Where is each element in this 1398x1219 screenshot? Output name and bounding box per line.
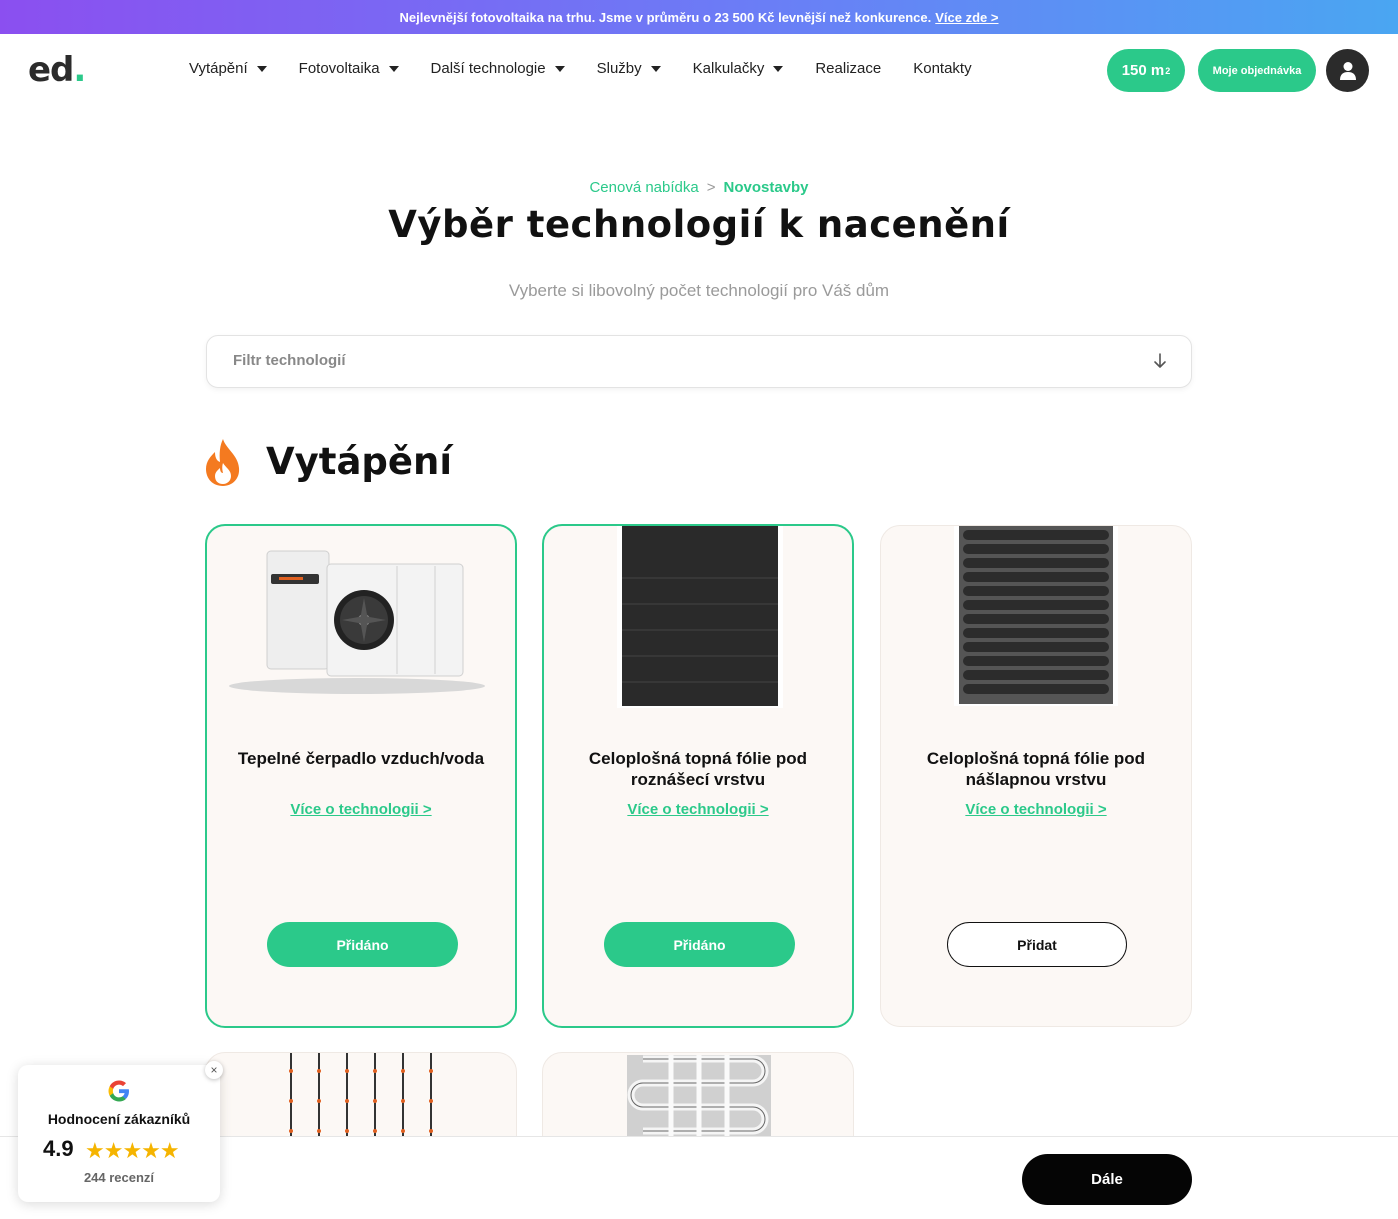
technology-card-foil-under-floor[interactable]: Celoplošná topná fólie pod nášlapnou vrs… (880, 525, 1192, 1027)
logo-dot: . (73, 50, 86, 90)
main-nav: Vytápění Fotovoltaika Další technologie … (189, 60, 1004, 77)
heating-mat-image (543, 1053, 853, 1143)
card-title: Tepelné čerpadlo vzduch/voda (237, 749, 485, 768)
add-button[interactable]: Přidat (947, 922, 1127, 967)
rating-title: Hodnocení zákazníků (47, 1111, 191, 1127)
site-header: ed. Vytápění Fotovoltaika Další technolo… (0, 34, 1398, 106)
breadcrumb-current: Novostavby (723, 179, 809, 196)
page-subtitle: Vyberte si libovolný počet technologií p… (508, 281, 890, 300)
caret-down-icon (554, 65, 565, 72)
card-title: Celoplošná topná fólie pod nášlapnou vrs… (926, 749, 1146, 789)
nav-item-kalkulacky[interactable]: Kalkulačky (693, 60, 784, 77)
nav-label: Další technologie (430, 60, 546, 77)
star-rating-icon: ★★★★★ (85, 1138, 180, 1163)
nav-label: Kalkulačky (692, 60, 765, 77)
rating-score: 4.9 (43, 1136, 74, 1161)
my-order-button[interactable]: Moje objednávka (1198, 49, 1316, 92)
card-more-link[interactable]: Více o technologii > (881, 801, 1191, 818)
nav-label: Realizace (815, 60, 882, 77)
caret-down-icon (256, 65, 267, 72)
breadcrumb-link-cenova-nabidka[interactable]: Cenová nabídka (589, 179, 698, 196)
next-button[interactable]: Dále (1022, 1154, 1192, 1205)
technology-card-heat-pump[interactable]: Tepelné čerpadlo vzduch/voda Více o tech… (205, 524, 517, 1028)
technology-filter-select[interactable]: Filtr technologií (206, 335, 1192, 388)
card-more-link[interactable]: Více o technologii > (207, 801, 515, 818)
review-count: 244 recenzí (83, 1170, 155, 1185)
breadcrumb-separator: > (706, 179, 716, 196)
nav-item-vytapeni[interactable]: Vytápění (189, 60, 267, 77)
caret-down-icon (388, 65, 399, 72)
caret-down-icon (773, 65, 784, 72)
customer-rating-widget[interactable]: × Hodnocení zákazníků 4.9 ★★★★★ 244 rece… (18, 1061, 223, 1202)
nav-label: Fotovoltaika (298, 60, 380, 77)
logo[interactable]: ed. (28, 50, 86, 90)
heating-cables-image (206, 1053, 516, 1143)
promo-link[interactable]: Více zde > (935, 10, 998, 25)
user-icon (1339, 61, 1356, 80)
area-pill-button[interactable]: 150 m2 (1107, 49, 1185, 92)
nav-item-dalsi-technologie[interactable]: Další technologie (431, 60, 565, 77)
flame-icon (206, 439, 240, 486)
area-value: 150 m (1121, 62, 1165, 79)
heat-pump-image (207, 526, 515, 716)
technology-card-foil-under-screed[interactable]: Celoplošná topná fólie pod roznášecí vrs… (542, 524, 854, 1028)
area-unit-sup: 2 (1165, 65, 1171, 76)
added-button[interactable]: Přidáno (267, 922, 458, 967)
close-icon[interactable]: × (205, 1061, 223, 1079)
logo-text: ed (28, 50, 74, 90)
promo-text: Nejlevnější fotovoltaika na trhu. Jsme v… (399, 9, 932, 25)
caret-down-icon (650, 65, 661, 72)
nav-item-sluzby[interactable]: Služby (597, 60, 661, 77)
nav-label: Služby (596, 60, 642, 77)
section-title: Vytápění (266, 440, 453, 483)
nav-label: Vytápění (189, 60, 248, 77)
card-title: Celoplošná topná fólie pod roznášecí vrs… (588, 749, 808, 789)
promo-banner: Nejlevnější fotovoltaika na trhu. Jsme v… (0, 0, 1398, 34)
nav-item-realizace[interactable]: Realizace (815, 60, 881, 77)
nav-item-fotovoltaika[interactable]: Fotovoltaika (299, 60, 399, 77)
google-logo-icon (108, 1080, 129, 1102)
page-title: Výběr technologií k nacenění (388, 203, 1010, 246)
nav-item-kontakty[interactable]: Kontakty (913, 60, 971, 77)
arrow-down-icon (1154, 353, 1166, 368)
breadcrumb: Cenová nabídka > Novostavby (0, 179, 1398, 196)
nav-label: Kontakty (913, 60, 972, 77)
user-account-button[interactable] (1326, 49, 1369, 92)
added-button[interactable]: Přidáno (604, 922, 795, 967)
filter-placeholder: Filtr technologií (233, 352, 346, 369)
card-more-link[interactable]: Více o technologii > (544, 801, 852, 818)
heating-foil-dark-image (544, 526, 852, 716)
heating-foil-striped-image (881, 526, 1191, 716)
